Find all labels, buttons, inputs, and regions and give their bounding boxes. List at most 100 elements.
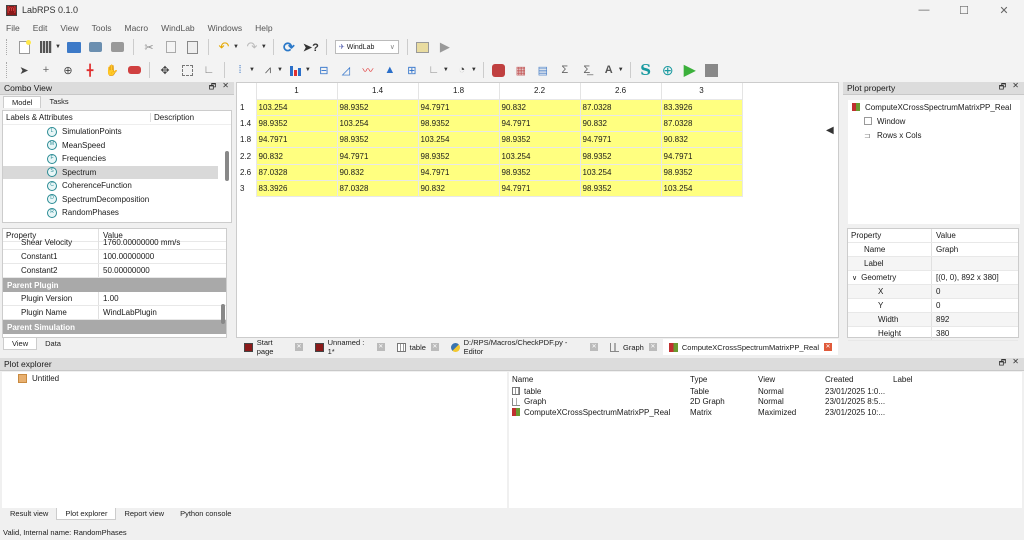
matrix-values-icon[interactable]: ▤ xyxy=(535,62,551,78)
add-feature-icon[interactable]: ⊕ xyxy=(660,62,676,78)
matrix-cell[interactable]: 98.9352 xyxy=(579,179,662,198)
toolbar-grip[interactable] xyxy=(6,39,9,55)
tree-column-description[interactable]: Description xyxy=(151,113,194,122)
box-plot-icon[interactable]: ⊞ xyxy=(404,62,420,78)
tab-plot-explorer[interactable]: Plot explorer xyxy=(56,508,117,520)
column-created[interactable]: Created xyxy=(825,375,893,384)
matrix-cell[interactable]: 87.0328 xyxy=(660,114,743,133)
whats-this-icon[interactable]: ➤? xyxy=(303,39,319,55)
property-value[interactable]: 100.00000000 xyxy=(99,252,154,261)
matrix-cell[interactable]: 90.832 xyxy=(336,163,419,181)
axis-icon[interactable]: ∟ xyxy=(201,62,217,78)
column-type[interactable]: Type xyxy=(690,375,758,384)
column-header[interactable]: 1 xyxy=(256,83,338,99)
tab-result-view[interactable]: Result view xyxy=(2,508,56,520)
tree-item[interactable]: C CoherenceFunction xyxy=(3,179,231,193)
menu-help[interactable]: Help xyxy=(255,23,272,33)
document-tab[interactable]: Start page ✕ xyxy=(238,338,309,356)
matrix-cell[interactable]: 94.7971 xyxy=(417,163,500,181)
matrix-cell[interactable]: 103.254 xyxy=(417,131,500,149)
matrix-cell[interactable]: 94.7971 xyxy=(255,131,338,149)
column-label[interactable]: Label xyxy=(893,375,913,384)
row-header[interactable]: 1.8 xyxy=(237,131,256,148)
close-tab-icon[interactable]: ✕ xyxy=(590,343,598,351)
matrix-cell[interactable]: 103.254 xyxy=(255,98,338,116)
tree-item-matrix[interactable]: ComputeXCrossSpectrumMatrixPP_Real xyxy=(848,100,1020,114)
matrix-cell[interactable]: 98.9352 xyxy=(417,147,500,165)
property-row[interactable]: Constant1 100.00000000 xyxy=(3,250,226,264)
matrix-cell[interactable]: 90.832 xyxy=(417,179,500,198)
row-header[interactable]: 2.6 xyxy=(237,164,256,181)
vector-plot-icon[interactable]: ∟ xyxy=(426,62,442,78)
matrix-cell[interactable]: 90.832 xyxy=(498,98,581,116)
matrix-cell[interactable]: 94.7971 xyxy=(660,147,743,165)
tree-item[interactable]: L SimulationPoints xyxy=(3,125,231,139)
menu-view[interactable]: View xyxy=(60,23,78,33)
matrix-cell[interactable]: 90.832 xyxy=(660,131,743,149)
matrix-cell[interactable]: 83.3926 xyxy=(660,98,743,116)
document-tab[interactable]: D:/RPS/Macros/CheckPDF.py - Editor ✕ xyxy=(445,338,604,356)
close-tab-icon[interactable]: ✕ xyxy=(824,343,832,351)
dropdown-arrow-icon[interactable]: ▼ xyxy=(55,44,61,50)
menu-macro[interactable]: Macro xyxy=(124,23,148,33)
tab-python-console[interactable]: Python console xyxy=(172,508,239,520)
menu-windlab[interactable]: WindLab xyxy=(161,23,195,33)
dropdown-arrow-icon[interactable]: ▼ xyxy=(443,67,449,73)
property-value[interactable]: 380 xyxy=(932,329,949,338)
menu-edit[interactable]: Edit xyxy=(33,23,48,33)
folder-item[interactable]: Untitled xyxy=(2,372,507,384)
workbench-selector[interactable]: ✈ WindLab ∨ xyxy=(334,40,399,54)
matrix-cell[interactable]: 94.7971 xyxy=(498,114,581,133)
maximize-button[interactable]: ☐ xyxy=(944,0,984,20)
matrix-cell[interactable]: 98.9352 xyxy=(498,163,581,181)
error-bar-icon[interactable]: ⊟ xyxy=(316,62,332,78)
dropdown-arrow-icon[interactable]: ▼ xyxy=(471,67,477,73)
property-row[interactable]: Height 380 xyxy=(848,327,1018,341)
tree-item[interactable]: M MeanSpeed xyxy=(3,139,231,153)
tab-report-view[interactable]: Report view xyxy=(116,508,172,520)
tree-item-rows-cols[interactable]: ⊐ Rows x Cols xyxy=(848,128,1020,142)
row-sum-icon[interactable]: Σ̲ xyxy=(579,62,595,78)
menu-windows[interactable]: Windows xyxy=(208,23,242,33)
property-value[interactable]: 1.00 xyxy=(99,294,119,303)
chevron-down-icon[interactable]: ∨ xyxy=(852,274,857,282)
document-tab[interactable]: ComputeXCrossSpectrumMatrixPP_Real ✕ xyxy=(662,339,838,355)
undock-icon[interactable]: 🗗 xyxy=(999,357,1007,371)
close-tab-icon[interactable]: ✕ xyxy=(430,343,439,351)
document-tab[interactable]: Unnamed : 1* ✕ xyxy=(309,338,391,356)
matrix-cell[interactable]: 94.7971 xyxy=(336,147,419,165)
dropdown-arrow-icon[interactable]: ▼ xyxy=(277,67,283,73)
matrix-cell[interactable]: 94.7971 xyxy=(579,131,662,149)
property-row[interactable]: Label xyxy=(848,257,1018,271)
column-sum-icon[interactable]: Σ xyxy=(557,62,573,78)
font-icon[interactable]: A xyxy=(601,62,617,78)
list-item[interactable]: Graph 2D Graph Normal 23/01/2025 8:5... xyxy=(509,397,1022,408)
close-tab-icon[interactable]: ✕ xyxy=(648,343,657,351)
scatter-plot-icon[interactable]: ⁞ xyxy=(232,62,248,78)
property-row[interactable]: Width 892 xyxy=(848,313,1018,327)
tab-data[interactable]: Data xyxy=(37,338,69,350)
tree-item[interactable]: R RandomPhases xyxy=(3,206,231,220)
matrix-cell[interactable]: 87.0328 xyxy=(579,98,662,116)
column-header[interactable]: 2.2 xyxy=(499,83,581,99)
save-icon[interactable] xyxy=(88,39,104,55)
list-item[interactable]: ComputeXCrossSpectrumMatrixPP_Real Matrix… xyxy=(509,407,1022,418)
property-value[interactable]: Graph xyxy=(932,245,958,254)
undo-icon[interactable]: ↶ xyxy=(216,39,232,55)
column-header[interactable]: 3 xyxy=(661,83,743,99)
matrix-cell[interactable]: 83.3926 xyxy=(255,179,338,198)
area-plot-icon[interactable]: ◿ xyxy=(338,62,354,78)
property-value[interactable]: 50.00000000 xyxy=(99,266,150,275)
property-value[interactable]: 0 xyxy=(932,287,940,296)
run-icon[interactable]: ▶ xyxy=(682,62,698,79)
undock-icon[interactable]: 🗗 xyxy=(999,81,1007,95)
line-plot-icon[interactable]: ⩘ xyxy=(260,62,276,78)
hand-icon[interactable]: ✋ xyxy=(104,62,120,78)
property-row[interactable]: Name Graph xyxy=(848,243,1018,257)
document-tab[interactable]: table ✕ xyxy=(391,339,445,355)
column-header[interactable]: 2.6 xyxy=(580,83,662,99)
tree-item[interactable]: S Spectrum xyxy=(3,165,218,179)
property-row[interactable]: Shear Velocity 1760.00000000 mm/s xyxy=(3,236,226,250)
tree-column-labels[interactable]: Labels & Attributes xyxy=(3,113,151,122)
grid-icon[interactable] xyxy=(38,39,54,55)
